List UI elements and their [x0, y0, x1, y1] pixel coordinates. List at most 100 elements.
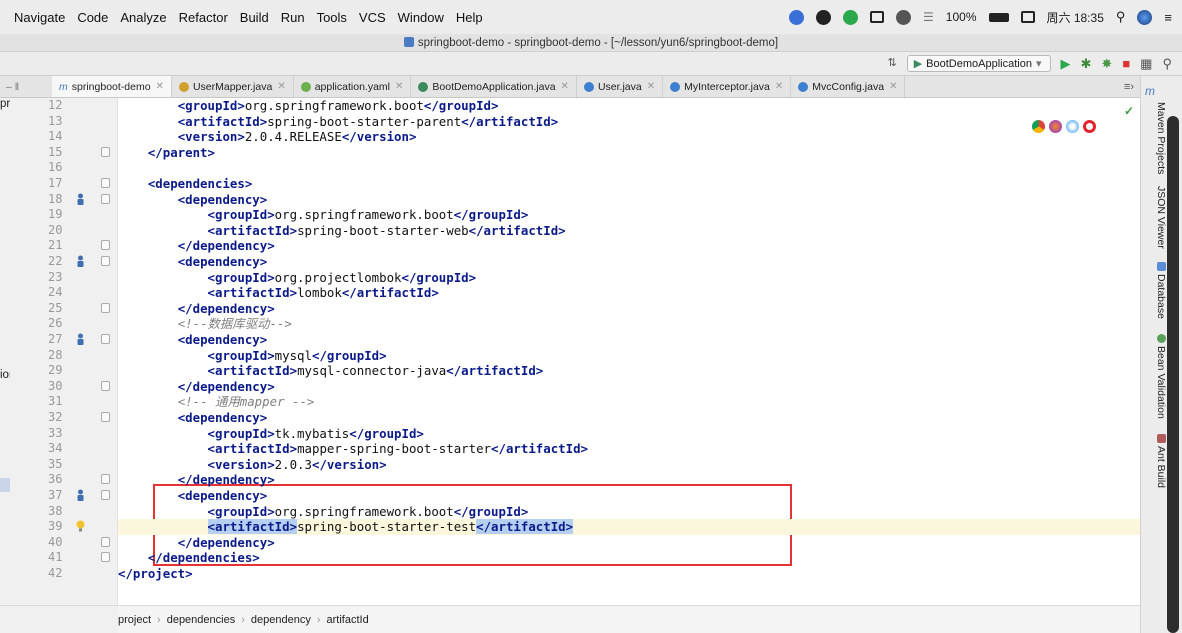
- menu-code[interactable]: Code: [77, 10, 108, 25]
- code-line[interactable]: </dependency>: [118, 535, 1140, 551]
- code-line[interactable]: <dependency>: [118, 488, 1140, 504]
- stop-icon[interactable]: ■: [1122, 57, 1130, 70]
- dependency-marker-icon[interactable]: [76, 333, 85, 345]
- status-app-icon[interactable]: [843, 9, 859, 25]
- gutter-line[interactable]: 32: [10, 410, 118, 426]
- breadcrumb-dependencies[interactable]: dependencies: [167, 614, 236, 626]
- fold-icon[interactable]: [101, 240, 110, 251]
- menu-help[interactable]: Help: [456, 10, 483, 25]
- code-line[interactable]: <!--数据库驱动-->: [118, 316, 1140, 332]
- gutter-line[interactable]: 41: [10, 550, 118, 566]
- scrollbar[interactable]: [1167, 116, 1179, 633]
- status-app-icon[interactable]: [789, 9, 805, 25]
- code-line[interactable]: <version>2.0.3</version>: [118, 457, 1140, 473]
- battery-icon[interactable]: [988, 12, 1009, 22]
- close-icon[interactable]: ✕: [889, 81, 897, 92]
- tool-bean-validation[interactable]: Bean Validation: [1155, 346, 1167, 419]
- fold-icon[interactable]: [101, 193, 110, 204]
- code-line[interactable]: <artifactId>mysql-connector-java</artifa…: [118, 363, 1140, 379]
- gutter-line[interactable]: 35: [10, 457, 118, 473]
- wifi-icon[interactable]: ☰: [923, 10, 934, 24]
- tab-usermapper[interactable]: UserMapper.java ✕: [172, 76, 294, 97]
- project-structure-icon[interactable]: ▦: [1140, 57, 1152, 70]
- close-icon[interactable]: ✕: [395, 81, 403, 92]
- code-line[interactable]: <groupId>mysql</groupId>: [118, 348, 1140, 364]
- siri-icon[interactable]: [1137, 9, 1153, 25]
- menu-window[interactable]: Window: [398, 10, 444, 25]
- status-app-icon[interactable]: [870, 11, 885, 23]
- dependency-marker-icon[interactable]: [76, 255, 85, 267]
- gutter-line[interactable]: 16: [10, 160, 118, 176]
- menu-build[interactable]: Build: [240, 10, 269, 25]
- tab-bootdemoapplication[interactable]: BootDemoApplication.java ✕: [411, 76, 577, 97]
- tool-maven-projects[interactable]: Maven Projects: [1155, 102, 1167, 174]
- search-everywhere-icon[interactable]: ⚲: [1162, 57, 1172, 70]
- code-line[interactable]: </dependency>: [118, 472, 1140, 488]
- tab-scroll-controls[interactable]: – ‖: [0, 76, 52, 97]
- breadcrumb-dependency[interactable]: dependency: [251, 614, 311, 626]
- fold-icon[interactable]: [101, 380, 110, 391]
- close-icon[interactable]: ✕: [647, 81, 655, 92]
- tab-myinterceptor[interactable]: MyInterceptor.java ✕: [663, 76, 792, 97]
- screen-icon[interactable]: [1020, 11, 1035, 23]
- gutter-line[interactable]: 29: [10, 363, 118, 379]
- gutter-line[interactable]: 37: [10, 488, 118, 504]
- notification-center-icon[interactable]: ≡: [1164, 10, 1172, 25]
- tab-springboot-demo[interactable]: m springboot-demo ✕: [52, 76, 172, 97]
- gutter-line[interactable]: 28: [10, 348, 118, 364]
- tab-application-yaml[interactable]: application.yaml ✕: [294, 76, 412, 97]
- close-icon[interactable]: ✕: [561, 81, 569, 92]
- code-editor[interactable]: ✓ <groupId>org.springframework.boot</gro…: [118, 98, 1140, 605]
- code-line[interactable]: <groupId>org.springframework.boot</group…: [118, 504, 1140, 520]
- menu-refactor[interactable]: Refactor: [179, 10, 228, 25]
- fold-icon[interactable]: [101, 334, 110, 344]
- gutter-line[interactable]: 19: [10, 207, 118, 223]
- code-line[interactable]: <artifactId>spring-boot-starter-test</ar…: [118, 519, 1140, 535]
- code-line[interactable]: <artifactId>spring-boot-starter-parent</…: [118, 114, 1140, 130]
- menu-tools[interactable]: Tools: [317, 10, 347, 25]
- gutter-line[interactable]: 15: [10, 145, 118, 161]
- gutter-line[interactable]: 26: [10, 316, 118, 332]
- code-line[interactable]: <artifactId>mapper-spring-boot-starter</…: [118, 441, 1140, 457]
- code-line[interactable]: <dependency>: [118, 332, 1140, 348]
- fold-icon[interactable]: [101, 490, 110, 500]
- gutter-line[interactable]: 30: [10, 379, 118, 395]
- tab-user[interactable]: User.java ✕: [577, 76, 664, 97]
- spotlight-search-icon[interactable]: ⚲: [1116, 9, 1126, 25]
- tool-json-viewer[interactable]: JSON Viewer: [1155, 186, 1167, 249]
- code-line[interactable]: <artifactId>lombok</artifactId>: [118, 285, 1140, 301]
- status-app-icon[interactable]: [816, 9, 832, 25]
- code-line[interactable]: <dependency>: [118, 410, 1140, 426]
- tab-mvcconfig[interactable]: MvcConfig.java ✕: [791, 76, 906, 97]
- editor-gutter[interactable]: 12 13 14 15 16 17 18 19 20 21 22 23 24 25 26 27 28 29 30 31…: [10, 98, 118, 605]
- menu-run[interactable]: Run: [281, 10, 305, 25]
- code-line[interactable]: </parent>: [118, 145, 1140, 161]
- menu-navigate[interactable]: Navigate: [14, 10, 65, 25]
- close-icon[interactable]: ✕: [277, 81, 285, 92]
- gutter-line[interactable]: 34: [10, 441, 118, 457]
- fold-icon[interactable]: [101, 302, 110, 313]
- gutter-line[interactable]: 17: [10, 176, 118, 192]
- menu-analyze[interactable]: Analyze: [120, 10, 166, 25]
- gutter-line[interactable]: 18: [10, 192, 118, 208]
- gutter-line[interactable]: 25: [10, 301, 118, 317]
- gutter-line[interactable]: 38: [10, 504, 118, 520]
- sort-icon[interactable]: ⇅: [887, 58, 896, 69]
- tool-database[interactable]: Database: [1155, 274, 1167, 319]
- gutter-line[interactable]: 22: [10, 254, 118, 270]
- breadcrumb-artifactid[interactable]: artifactId: [327, 614, 369, 626]
- coverage-icon[interactable]: ✸: [1101, 57, 1112, 70]
- fold-icon[interactable]: [101, 178, 110, 188]
- code-line[interactable]: <!-- 通用mapper -->: [118, 394, 1140, 410]
- run-configuration-select[interactable]: ▶ BootDemoApplication ▾: [906, 55, 1051, 72]
- close-icon[interactable]: ✕: [156, 81, 164, 92]
- fold-icon[interactable]: [101, 146, 110, 157]
- code-line[interactable]: </dependency>: [118, 301, 1140, 317]
- gutter-line[interactable]: 42: [10, 566, 118, 582]
- gutter-line[interactable]: 12: [10, 98, 118, 114]
- status-app-icon[interactable]: [896, 9, 912, 25]
- dependency-marker-icon[interactable]: [76, 489, 85, 501]
- code-line[interactable]: </project>: [118, 566, 1140, 582]
- run-icon[interactable]: ▶: [1061, 57, 1071, 70]
- close-icon[interactable]: ✕: [775, 81, 783, 92]
